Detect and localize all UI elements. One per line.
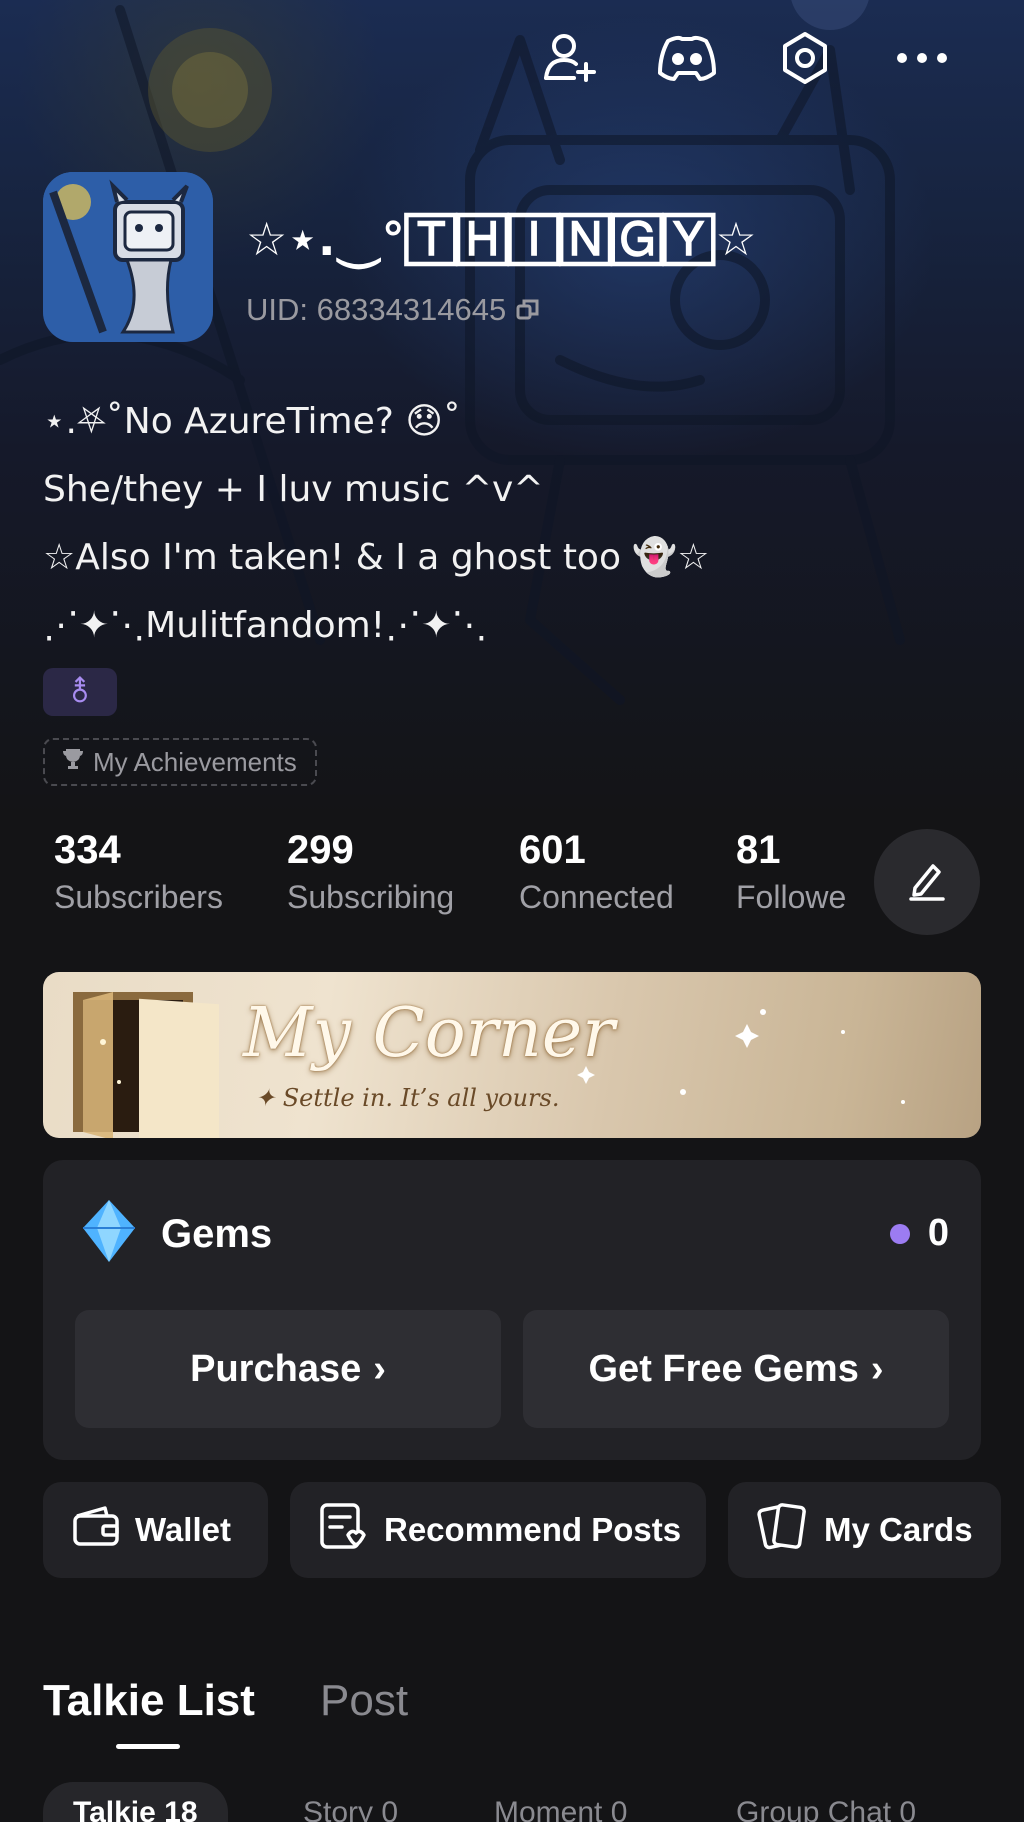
active-tab-indicator <box>116 1744 180 1749</box>
username: ☆⋆.⏝°🅃🄷🄸🄽🄶🅈☆ <box>246 212 758 266</box>
stat-value: 81 <box>736 828 781 872</box>
pencil-icon <box>905 858 949 907</box>
stat-connected[interactable]: 601 Connected <box>519 828 674 916</box>
my-cards-button[interactable]: My Cards <box>728 1482 1001 1578</box>
stat-value: 299 <box>287 828 354 872</box>
chevron-right-icon: › <box>870 1347 884 1390</box>
stat-subscribing[interactable]: 299 Subscribing <box>287 828 454 916</box>
subtab-talkie[interactable]: Talkie 18 <box>43 1782 228 1822</box>
wallet-icon <box>71 1504 121 1556</box>
my-cards-label: My Cards <box>824 1511 973 1548</box>
avatar[interactable] <box>43 172 213 342</box>
uid-label: UID: 68334314645 <box>246 292 507 327</box>
free-gems-label: Get Free Gems <box>588 1347 859 1390</box>
stat-followers[interactable]: 81 Followe <box>736 828 854 916</box>
bio-line: She/they + I luv music ^v^ <box>43 469 544 510</box>
bio-line: ☆Also I'm taken! & I a ghost too 👻☆ <box>43 537 710 578</box>
tab-post[interactable]: Post <box>320 1676 408 1726</box>
wallet-label: Wallet <box>135 1511 231 1548</box>
gem-icon <box>81 1198 137 1269</box>
achievements-button[interactable]: My Achievements <box>43 738 317 786</box>
add-friend-icon[interactable] <box>538 26 602 90</box>
bio-line: ⋆.⛧˚No AzureTime? 😞˚ <box>43 401 461 442</box>
subtab-moment[interactable]: Moment 0 <box>494 1782 627 1822</box>
chevron-right-icon: › <box>373 1347 386 1390</box>
gems-card: Gems 0 Purchase › Get Free Gems › <box>43 1160 981 1460</box>
more-icon[interactable] <box>890 26 954 90</box>
purchase-button[interactable]: Purchase › <box>75 1310 501 1428</box>
my-corner-banner[interactable]: My Corner ✦ Settle in. It’s all yours. <box>43 972 981 1138</box>
subtab-group-chat[interactable]: Group Chat 0 <box>736 1782 916 1822</box>
purchase-label: Purchase <box>190 1347 362 1390</box>
cards-icon <box>756 1500 810 1560</box>
trophy-icon <box>61 747 85 778</box>
tab-talkie-list[interactable]: Talkie List <box>43 1676 255 1726</box>
gems-balance: 0 <box>889 1212 949 1255</box>
settings-icon[interactable] <box>773 26 837 90</box>
copy-icon[interactable] <box>514 296 542 324</box>
banner-subtitle: ✦ Settle in. It’s all yours. <box>255 1084 560 1112</box>
uid-row[interactable]: UID: 68334314645 <box>246 292 542 328</box>
recommend-posts-icon <box>318 1501 370 1559</box>
stat-label: Subscribing <box>287 879 455 915</box>
stat-label: Subscribers <box>54 879 223 915</box>
gems-count: 0 <box>927 1212 949 1254</box>
stat-value: 601 <box>519 828 586 872</box>
gems-title: Gems <box>161 1212 273 1256</box>
stat-label: Followe <box>736 879 847 915</box>
bio: ⋆.⛧˚No AzureTime? 😞˚ She/they + I luv mu… <box>43 388 710 660</box>
recommend-posts-label: Recommend Posts <box>384 1511 682 1548</box>
subtab-story[interactable]: Story 0 <box>303 1782 398 1822</box>
pronoun-symbol: ⚨ <box>67 675 93 709</box>
bio-line: ⋰✦⋱Mulitfandom!⋰✦⋱ <box>43 605 488 646</box>
banner-title: My Corner <box>243 994 615 1073</box>
stat-value: 334 <box>54 828 121 872</box>
wallet-button[interactable]: Wallet <box>43 1482 268 1578</box>
achievements-label: My Achievements <box>93 746 297 777</box>
recommend-posts-button[interactable]: Recommend Posts <box>290 1482 706 1578</box>
pronoun-badge[interactable]: ⚨ <box>43 668 117 716</box>
get-free-gems-button[interactable]: Get Free Gems › <box>523 1310 949 1428</box>
stat-subscribers[interactable]: 334 Subscribers <box>54 828 223 916</box>
stat-label: Connected <box>519 879 674 915</box>
edit-profile-button[interactable] <box>874 829 980 935</box>
gem-dot-icon <box>889 1223 910 1244</box>
discord-icon[interactable] <box>655 26 719 90</box>
